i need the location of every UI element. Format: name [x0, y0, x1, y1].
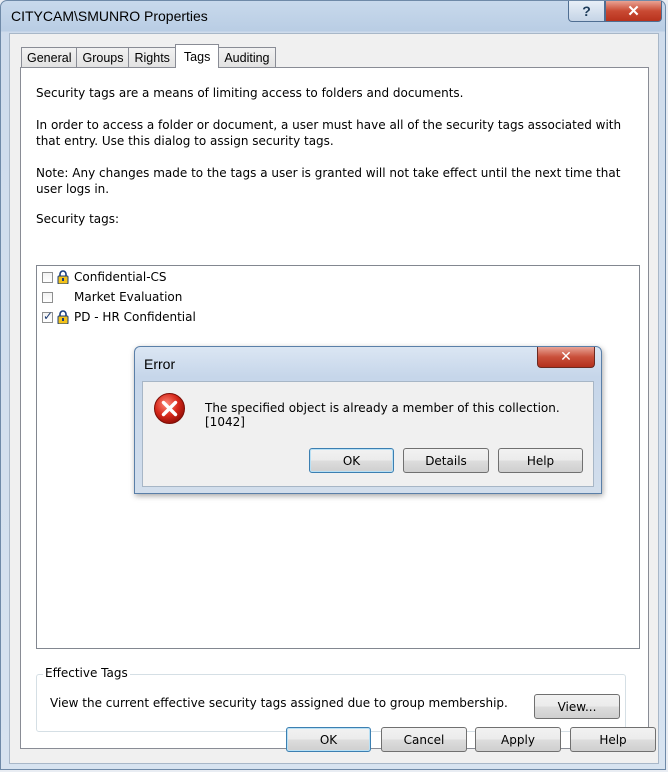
lock-icon [57, 310, 69, 324]
tag-checkbox[interactable] [42, 291, 53, 303]
effective-tags-legend: Effective Tags [43, 666, 130, 680]
tag-name: Confidential-CS [74, 270, 167, 284]
help-button[interactable]: Help [570, 727, 656, 752]
tab-general[interactable]: General [21, 47, 78, 68]
tab-tags[interactable]: Tags [174, 44, 220, 68]
explain-text: In order to access a folder or document,… [36, 118, 622, 148]
tab-rights[interactable]: Rights [128, 47, 176, 68]
apply-button[interactable]: Apply [475, 727, 561, 752]
cancel-button[interactable]: Cancel [381, 727, 467, 752]
error-close-button[interactable]: ✕ [537, 347, 595, 368]
list-item[interactable]: Market Evaluation [42, 288, 182, 306]
tab-auditing[interactable]: Auditing [218, 47, 276, 68]
note-text: Note: Any changes made to the tags a use… [36, 166, 621, 196]
view-button[interactable]: View... [534, 694, 620, 719]
tag-checkbox[interactable] [42, 271, 53, 283]
error-ok-button[interactable]: OK [309, 448, 394, 473]
error-message: The specified object is already a member… [205, 401, 560, 429]
help-icon: ? [582, 3, 591, 19]
error-client: The specified object is already a member… [142, 381, 594, 487]
effective-tags-text: View the current effective security tags… [50, 696, 508, 710]
error-dialog: Error ✕ The specified object is already … [134, 346, 602, 494]
tag-checkbox[interactable] [42, 309, 53, 323]
tab-strip: General Groups Rights Tags Auditing [21, 44, 276, 68]
error-help-button[interactable]: Help [498, 448, 583, 473]
tag-name: PD - HR Confidential [74, 310, 196, 324]
close-title-button[interactable]: ✕ [605, 1, 662, 22]
close-icon: ✕ [627, 3, 640, 20]
effective-tags-group: Effective Tags View the current effectiv… [36, 666, 626, 732]
lock-icon [57, 270, 69, 284]
title-bar[interactable]: CITYCAM\SMUNRO Properties ? ✕ [1, 1, 665, 33]
list-item[interactable]: PD - HR Confidential [42, 308, 196, 326]
help-title-button[interactable]: ? [568, 1, 605, 22]
intro-text: Security tags are a means of limiting ac… [36, 86, 464, 100]
close-icon: ✕ [560, 349, 572, 365]
window-title: CITYCAM\SMUNRO Properties [11, 8, 208, 24]
error-title: Error [144, 356, 176, 372]
ok-button[interactable]: OK [286, 727, 371, 752]
tag-name: Market Evaluation [74, 290, 183, 304]
list-item[interactable]: Confidential-CS [42, 268, 167, 286]
tab-groups[interactable]: Groups [76, 47, 130, 68]
error-details-button[interactable]: Details [403, 448, 489, 473]
security-tags-label: Security tags: [36, 212, 120, 226]
error-icon [154, 393, 185, 424]
